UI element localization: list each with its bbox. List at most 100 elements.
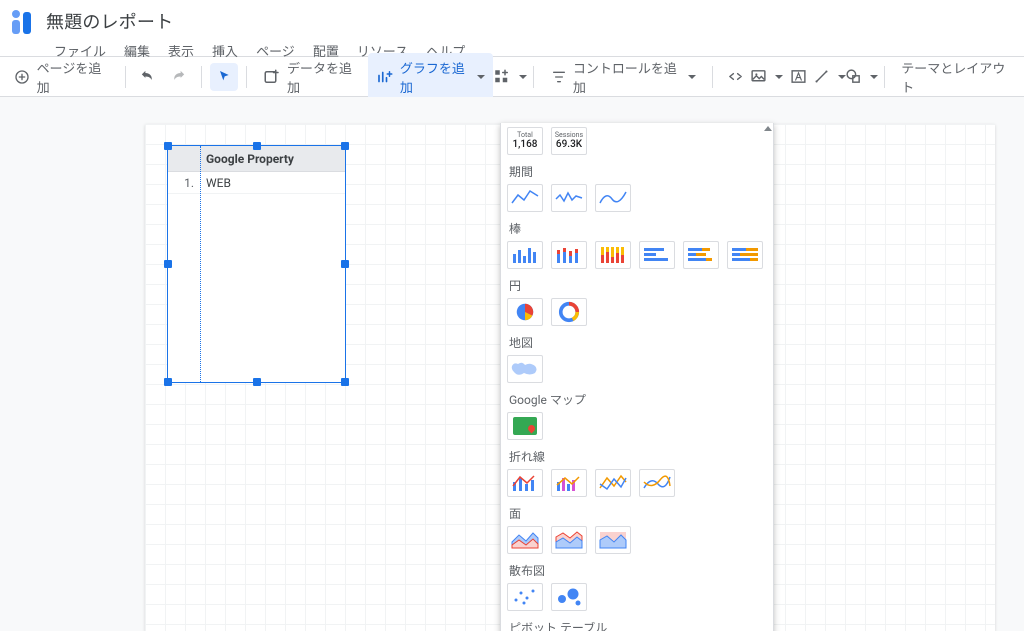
chart-type-area[interactable] bbox=[507, 526, 543, 554]
app-logo bbox=[12, 10, 36, 34]
resize-handle[interactable] bbox=[164, 260, 172, 268]
chart-type-scorecard[interactable]: Total 1,168 bbox=[507, 127, 543, 155]
selection-tool-button[interactable] bbox=[210, 63, 239, 91]
add-data-icon bbox=[263, 68, 281, 86]
theme-layout-button[interactable]: テーマとレイアウト bbox=[893, 53, 1018, 101]
caret-down-icon bbox=[477, 75, 485, 79]
shape-button[interactable] bbox=[846, 63, 876, 91]
google-map-icon bbox=[513, 417, 537, 435]
menu-insert[interactable]: 挿入 bbox=[204, 38, 246, 63]
add-chart-button[interactable]: グラフを追加 bbox=[368, 53, 494, 101]
stacked-combo-icon bbox=[554, 472, 584, 494]
table-chart-widget[interactable]: Google Property 1. WEB bbox=[167, 145, 346, 383]
redo-button[interactable] bbox=[164, 63, 193, 91]
text-button[interactable] bbox=[784, 63, 813, 91]
resize-handle[interactable] bbox=[164, 378, 172, 386]
chart-picker-dropdown: Total 1,168 Sessions 69.3K 期間 棒 bbox=[500, 123, 774, 631]
chart-type-stacked-area[interactable] bbox=[551, 526, 587, 554]
url-embed-button[interactable] bbox=[721, 63, 750, 91]
section-pie: 円 bbox=[509, 277, 767, 294]
resize-handle[interactable] bbox=[253, 378, 261, 386]
column-header: Google Property bbox=[200, 152, 294, 166]
pie-icon bbox=[510, 301, 540, 323]
chart-type-100-stacked-area[interactable] bbox=[595, 526, 631, 554]
add-data-button[interactable]: データを追加 bbox=[255, 53, 366, 101]
chart-type-scatter[interactable] bbox=[507, 583, 543, 611]
theme-layout-label: テーマとレイアウト bbox=[901, 58, 1010, 96]
line-button[interactable] bbox=[814, 63, 844, 91]
caret-down-icon bbox=[870, 75, 878, 79]
menu-view[interactable]: 表示 bbox=[160, 38, 202, 63]
smooth-multiline-icon bbox=[642, 472, 672, 494]
geo-map-icon bbox=[510, 358, 540, 380]
report-canvas[interactable]: Google Property 1. WEB Total 1,168 bbox=[145, 124, 995, 631]
add-control-label: コントロールを追加 bbox=[573, 58, 680, 96]
workspace: Google Property 1. WEB Total 1,168 bbox=[0, 97, 1024, 631]
kpi-value: 69.3K bbox=[556, 139, 582, 150]
column-chart-icon bbox=[510, 244, 540, 266]
chart-type-100-stacked-bar[interactable] bbox=[727, 241, 763, 269]
scatter-icon bbox=[510, 586, 540, 608]
kpi-label: Total bbox=[517, 132, 533, 140]
undo-button[interactable] bbox=[133, 63, 162, 91]
add-page-button[interactable]: ページを追加 bbox=[6, 53, 117, 101]
chart-type-geo-map[interactable] bbox=[507, 355, 543, 383]
chart-type-stacked-bar[interactable] bbox=[683, 241, 719, 269]
section-pivot: ピボット テーブル bbox=[509, 619, 767, 631]
stacked-area-icon bbox=[554, 529, 584, 551]
row-value: WEB bbox=[200, 176, 231, 190]
plus-circle-icon bbox=[14, 68, 31, 86]
chart-type-100-stacked-column[interactable] bbox=[595, 241, 631, 269]
stacked-bar-icon bbox=[686, 244, 716, 266]
caret-down-icon bbox=[688, 75, 696, 79]
undo-icon bbox=[139, 68, 157, 86]
chart-type-stacked-combo[interactable] bbox=[551, 469, 587, 497]
combo-chart-icon bbox=[510, 472, 540, 494]
menu-edit[interactable]: 編集 bbox=[116, 38, 158, 63]
multiline-icon bbox=[598, 472, 628, 494]
resize-handle[interactable] bbox=[341, 260, 349, 268]
resize-handle[interactable] bbox=[164, 142, 172, 150]
chart-type-scorecard-compact[interactable]: Sessions 69.3K bbox=[551, 127, 587, 155]
chart-type-stacked-column[interactable] bbox=[551, 241, 587, 269]
chart-type-sparkline[interactable] bbox=[551, 184, 587, 212]
chart-type-combo[interactable] bbox=[507, 469, 543, 497]
kpi-label: Sessions bbox=[555, 132, 583, 140]
resize-handle[interactable] bbox=[253, 142, 261, 150]
resize-handle[interactable] bbox=[341, 378, 349, 386]
table-row: 1. WEB bbox=[168, 172, 345, 194]
text-icon bbox=[789, 68, 807, 86]
line-chart-icon bbox=[510, 187, 540, 209]
section-google-map: Google マップ bbox=[509, 391, 767, 408]
full-stacked-area-icon bbox=[598, 529, 628, 551]
sparkline-icon bbox=[554, 187, 584, 209]
separator bbox=[201, 66, 202, 88]
chart-type-smoothed-time[interactable] bbox=[595, 184, 631, 212]
chart-type-bar[interactable] bbox=[639, 241, 675, 269]
smooth-line-icon bbox=[598, 187, 628, 209]
document-title[interactable]: 無題のレポート bbox=[46, 8, 473, 34]
chart-type-bubble[interactable] bbox=[551, 583, 587, 611]
scroll-up-button[interactable] bbox=[762, 126, 773, 146]
chart-type-column[interactable] bbox=[507, 241, 543, 269]
add-control-button[interactable]: コントロールを追加 bbox=[542, 53, 704, 101]
bubble-icon bbox=[554, 586, 584, 608]
add-chart-icon bbox=[376, 68, 394, 86]
community-viz-button[interactable] bbox=[495, 63, 525, 91]
full-stacked-column-icon bbox=[598, 244, 628, 266]
line-icon bbox=[813, 68, 830, 86]
area-chart-icon bbox=[510, 529, 540, 551]
separator bbox=[533, 66, 534, 88]
chart-type-smooth-line[interactable] bbox=[639, 469, 675, 497]
image-button[interactable] bbox=[752, 63, 782, 91]
chart-type-time-series[interactable] bbox=[507, 184, 543, 212]
chart-type-line[interactable] bbox=[595, 469, 631, 497]
chart-type-pie[interactable] bbox=[507, 298, 543, 326]
caret-down-icon bbox=[775, 75, 783, 79]
chart-type-donut[interactable] bbox=[551, 298, 587, 326]
shape-icon bbox=[845, 68, 862, 86]
resize-handle[interactable] bbox=[341, 142, 349, 150]
filter-icon bbox=[550, 68, 567, 86]
toolbar: ページを追加 データを追加 グラフを追加 bbox=[0, 57, 1024, 97]
chart-type-google-map[interactable] bbox=[507, 412, 543, 440]
